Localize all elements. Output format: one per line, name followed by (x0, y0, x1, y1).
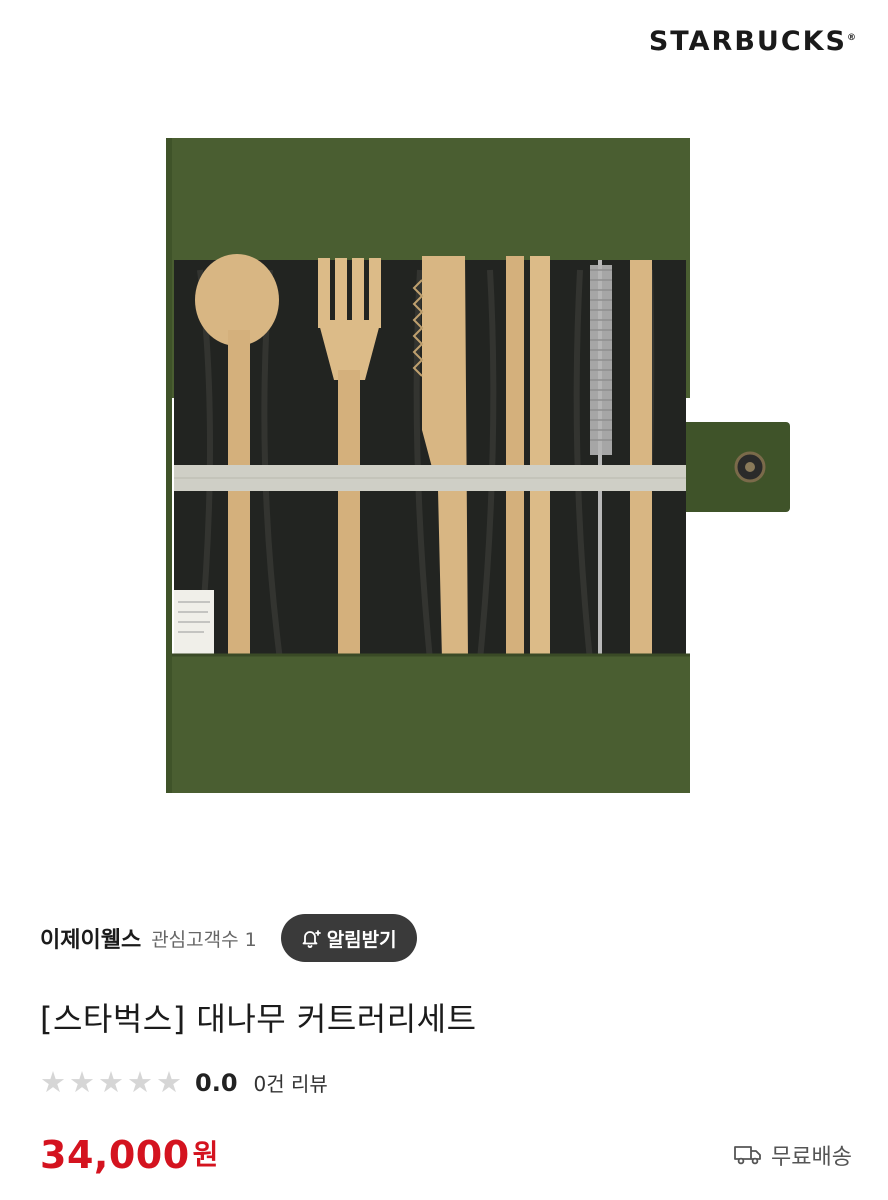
follower-count: 1 (244, 928, 257, 951)
notify-label: 알림받기 (326, 928, 397, 951)
seller-row: 이제이웰스 관심고객수 1 알림받기 (40, 912, 850, 964)
follower-label: 관심고객수 (151, 928, 239, 951)
seller-name[interactable]: 이제이웰스 (40, 922, 141, 954)
star-icon: ★ (156, 1065, 182, 1099)
shipping-info: 무료배송 (733, 1139, 852, 1171)
price-row: 34,000 원 무료배송 (40, 1133, 852, 1177)
rating-stars: ★ ★ ★ ★ ★ (40, 1068, 185, 1097)
star-icon: ★ (127, 1065, 153, 1099)
shipping-label: 무료배송 (771, 1145, 852, 1170)
price-amount: 34,000 (40, 1133, 190, 1177)
rating-row: ★ ★ ★ ★ ★ 0.0 0건 리뷰 (40, 1068, 328, 1097)
cutlery-set-photo (166, 138, 790, 793)
follower-info: 관심고객수 1 (151, 925, 257, 952)
price-unit: 원 (192, 1138, 219, 1171)
star-icon: ★ (69, 1065, 95, 1099)
product-title: [스타벅스] 대나무 커트러리세트 (40, 1000, 477, 1038)
bell-plus-icon (299, 926, 323, 950)
star-icon: ★ (40, 1065, 66, 1099)
review-count-link[interactable]: 0건 리뷰 (254, 1068, 328, 1097)
star-icon: ★ (98, 1065, 124, 1099)
product-image-area[interactable]: STARBUCKS® (0, 0, 888, 880)
notify-button[interactable]: 알림받기 (280, 914, 417, 962)
truck-icon (733, 1144, 763, 1166)
rating-score: 0.0 (195, 1068, 238, 1097)
starbucks-logo: STARBUCKS® (648, 26, 856, 57)
